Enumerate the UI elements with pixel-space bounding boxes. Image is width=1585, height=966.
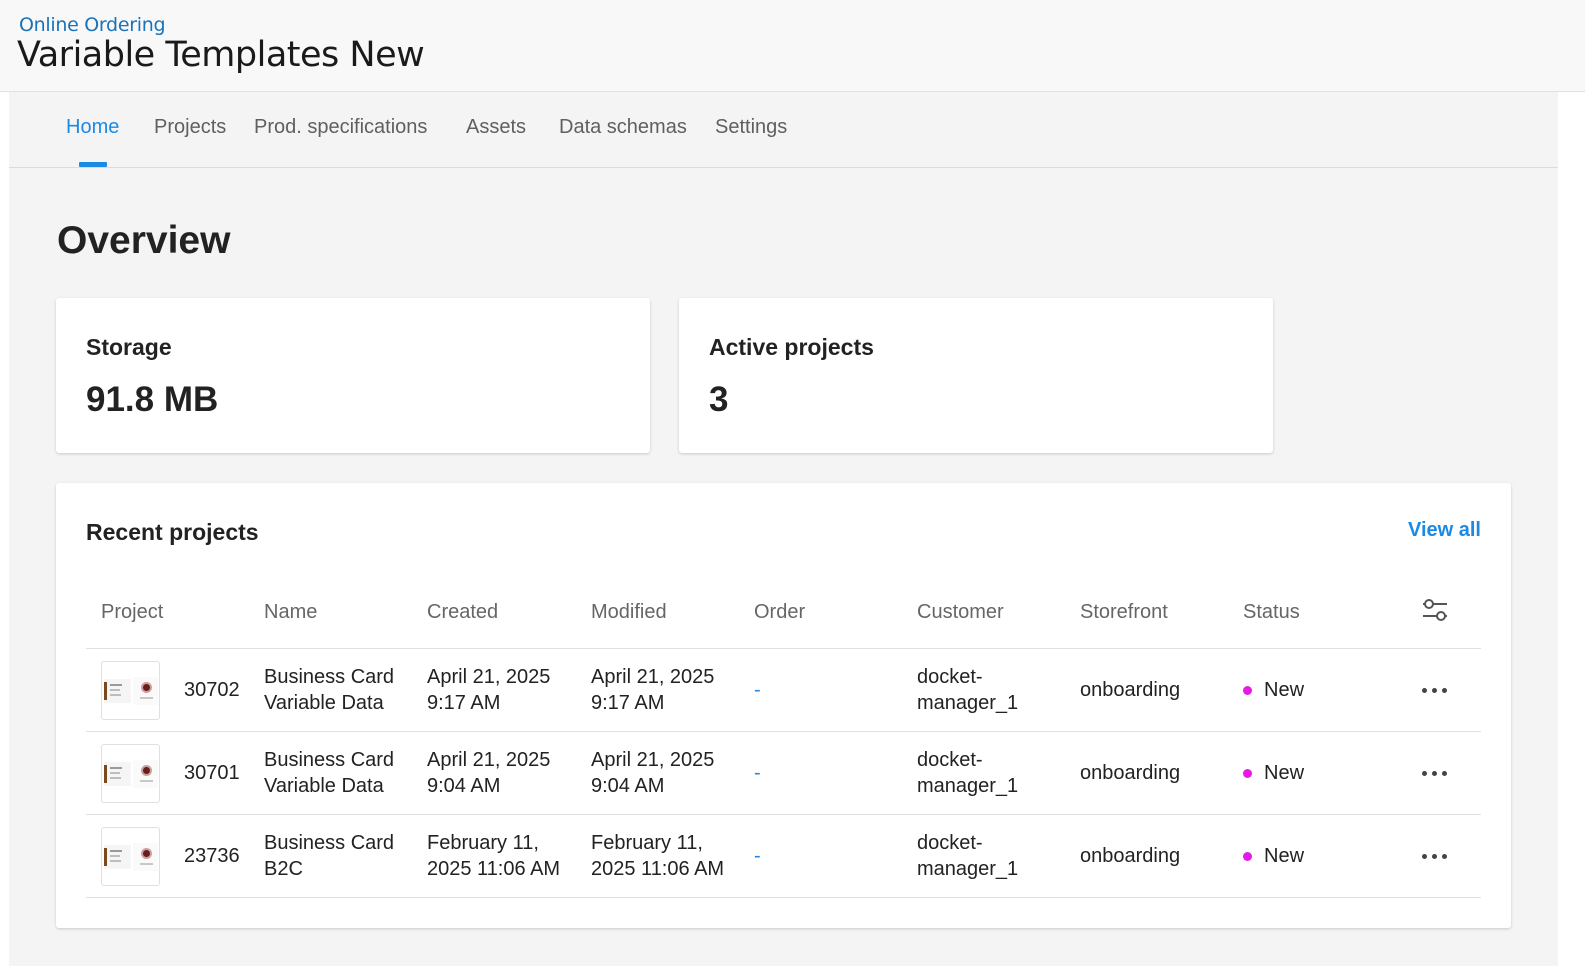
- active-projects-value: 3: [709, 380, 729, 419]
- sliders-icon[interactable]: [1420, 595, 1450, 625]
- recent-projects-card: Recent projects View all Project Name Cr…: [56, 483, 1511, 928]
- active-tab-indicator: [79, 162, 107, 167]
- active-projects-label: Active projects: [709, 334, 874, 360]
- recent-projects-title: Recent projects: [86, 519, 259, 545]
- content-area: Home Projects Prod. specifications Asset…: [9, 92, 1558, 966]
- status-dot-icon: [1243, 852, 1252, 861]
- breadcrumb[interactable]: Online Ordering: [19, 14, 166, 36]
- tab-projects[interactable]: Projects: [154, 116, 226, 139]
- storefront-name: onboarding: [1080, 679, 1181, 701]
- recent-projects-table: Project Name Created Modified Order Cust…: [86, 573, 1481, 898]
- modified-date: April 21, 2025 9:04 AM: [591, 749, 715, 797]
- modified-date: April 21, 2025 9:17 AM: [591, 666, 715, 714]
- project-thumbnail[interactable]: [101, 744, 160, 803]
- tab-assets[interactable]: Assets: [466, 116, 526, 139]
- column-header-storefront: Storefront: [1080, 601, 1168, 623]
- storage-value: 91.8 MB: [86, 380, 219, 419]
- order-value[interactable]: -: [754, 843, 761, 869]
- column-header-customer: Customer: [917, 601, 1004, 623]
- table-header: Project Name Created Modified Order Cust…: [86, 573, 1481, 649]
- more-horizontal-icon[interactable]: [1420, 677, 1450, 703]
- more-horizontal-icon[interactable]: [1420, 760, 1450, 786]
- project-name: Business Card Variable Data: [264, 749, 395, 797]
- project-id[interactable]: 30701: [184, 760, 240, 786]
- storage-card: Storage 91.8 MB: [56, 298, 650, 453]
- page-title: Variable Templates New: [17, 35, 425, 75]
- storefront-name: onboarding: [1080, 762, 1181, 784]
- table-row[interactable]: 30701 Business Card Variable Data April …: [86, 732, 1481, 815]
- active-projects-card: Active projects 3: [679, 298, 1273, 453]
- tab-bar: Home Projects Prod. specifications Asset…: [9, 92, 1558, 168]
- status-dot-icon: [1243, 686, 1252, 695]
- project-name: Business Card Variable Data: [264, 666, 395, 714]
- table-row[interactable]: 23736 Business Card B2C February 11, 202…: [86, 815, 1481, 898]
- storefront-name: onboarding: [1080, 845, 1181, 867]
- project-id[interactable]: 23736: [184, 843, 240, 869]
- tab-settings[interactable]: Settings: [715, 116, 787, 139]
- column-header-status: Status: [1243, 601, 1300, 623]
- project-name: Business Card B2C: [264, 832, 395, 880]
- customer-name: docket- manager_1: [917, 749, 1019, 797]
- view-all-link[interactable]: View all: [1408, 519, 1481, 542]
- modified-date: February 11, 2025 11:06 AM: [591, 832, 725, 880]
- column-header-name: Name: [264, 601, 318, 623]
- project-id[interactable]: 30702: [184, 677, 240, 703]
- customer-name: docket- manager_1: [917, 832, 1019, 880]
- created-date: April 21, 2025 9:17 AM: [427, 666, 551, 714]
- tab-data-schemas[interactable]: Data schemas: [559, 116, 687, 139]
- storage-label: Storage: [86, 334, 172, 360]
- project-thumbnail[interactable]: [101, 661, 160, 720]
- column-header-order: Order: [754, 601, 806, 623]
- table-row[interactable]: 30702 Business Card Variable Data April …: [86, 649, 1481, 732]
- customer-name: docket- manager_1: [917, 666, 1019, 714]
- status-dot-icon: [1243, 769, 1252, 778]
- order-value[interactable]: -: [754, 677, 761, 703]
- app-header: Online Ordering Variable Templates New: [0, 0, 1585, 92]
- created-date: February 11, 2025 11:06 AM: [427, 832, 561, 880]
- created-date: April 21, 2025 9:04 AM: [427, 749, 551, 797]
- overview-heading: Overview: [57, 219, 231, 262]
- more-horizontal-icon[interactable]: [1420, 843, 1450, 869]
- project-thumbnail[interactable]: [101, 827, 160, 886]
- column-header-created: Created: [427, 601, 499, 623]
- column-header-project: Project: [101, 601, 164, 623]
- column-header-modified: Modified: [591, 601, 667, 623]
- tab-home[interactable]: Home: [66, 116, 119, 139]
- order-value[interactable]: -: [754, 760, 761, 786]
- tab-prod-specifications[interactable]: Prod. specifications: [254, 116, 427, 139]
